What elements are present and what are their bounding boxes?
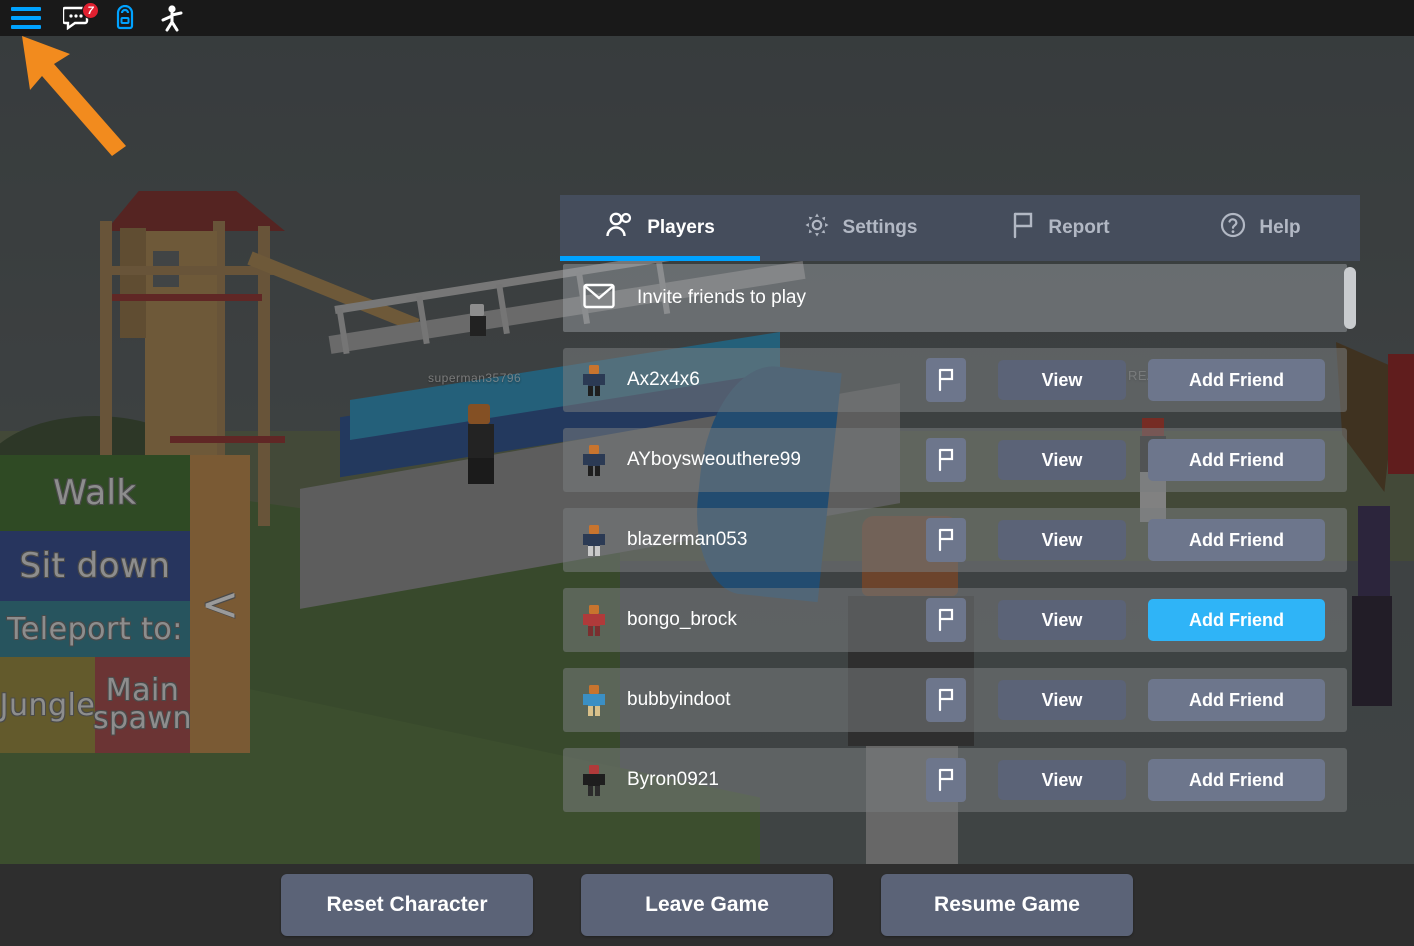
- tab-label: Settings: [842, 217, 918, 238]
- view-player-button[interactable]: View: [998, 360, 1126, 400]
- add-friend-button[interactable]: Add Friend: [1148, 679, 1325, 721]
- tab-label: Help: [1259, 217, 1301, 238]
- player-avatar-thumbnail: [577, 523, 611, 557]
- view-player-button[interactable]: View: [998, 600, 1126, 640]
- chat-bubble-icon[interactable]: 7: [52, 0, 102, 36]
- player-row[interactable]: bubbyindoot View Add Friend: [563, 668, 1347, 732]
- tab-players[interactable]: Players: [560, 195, 760, 261]
- report-player-button[interactable]: [926, 758, 966, 802]
- report-player-button[interactable]: [926, 518, 966, 562]
- collapse-menu-arrow-icon[interactable]: <: [190, 455, 250, 753]
- hamburger-menu-icon[interactable]: [0, 0, 52, 36]
- report-player-button[interactable]: [926, 358, 966, 402]
- view-player-button[interactable]: View: [998, 760, 1126, 800]
- player-row[interactable]: Byron0921 View Add Friend: [563, 748, 1347, 812]
- question-icon: [1219, 211, 1247, 245]
- ingame-menu-panel: Players Settings Report Help Invite frie…: [560, 195, 1360, 946]
- player-avatar-thumbnail: [577, 443, 611, 477]
- invite-friends-row[interactable]: Invite friends to play: [563, 264, 1347, 332]
- add-friend-button[interactable]: Add Friend: [1148, 519, 1325, 561]
- envelope-icon: [583, 283, 615, 314]
- add-friend-button[interactable]: Add Friend: [1148, 359, 1325, 401]
- player-name: AYboysweouthere99: [627, 449, 801, 470]
- player-avatar-thumbnail: [577, 603, 611, 637]
- report-player-button[interactable]: [926, 438, 966, 482]
- leave-game-button[interactable]: Leave Game: [581, 874, 833, 936]
- resume-game-button[interactable]: Resume Game: [881, 874, 1133, 936]
- game-action-menu: Walk Sit down Teleport to: Jungle Main sp…: [0, 455, 250, 753]
- flag-icon: [1010, 211, 1036, 245]
- player-row[interactable]: AYboysweouthere99 View Add Friend: [563, 428, 1347, 492]
- roblox-topbar: 7: [0, 0, 1414, 36]
- report-player-button[interactable]: [926, 598, 966, 642]
- reset-character-button[interactable]: Reset Character: [281, 874, 533, 936]
- menu-bottom-action-bar: Reset Character Leave Game Resume Game: [0, 864, 1414, 946]
- teleport-main-spawn-button[interactable]: Main spawn: [93, 657, 192, 753]
- player-name: blazerman053: [627, 529, 748, 550]
- player-name: Ax2x4x6: [627, 369, 700, 390]
- scrollbar-thumb[interactable]: [1344, 267, 1356, 329]
- player-row[interactable]: bongo_brock View Add Friend: [563, 588, 1347, 652]
- people-icon: [605, 211, 635, 245]
- player-avatar-thumbnail: [577, 763, 611, 797]
- walk-button[interactable]: Walk: [0, 455, 190, 531]
- player-list-scroll-area[interactable]: Invite friends to play Ax2x4x6 View Add Fr…: [560, 261, 1360, 946]
- invite-friends-label: Invite friends to play: [637, 287, 806, 308]
- player-row[interactable]: Ax2x4x6 View Add Friend: [563, 348, 1347, 412]
- player-name: bongo_brock: [627, 609, 737, 630]
- backpack-icon[interactable]: [102, 0, 148, 36]
- player-avatar-thumbnail: [577, 683, 611, 717]
- tab-label: Players: [647, 217, 715, 238]
- emote-person-icon[interactable]: [148, 0, 194, 36]
- report-player-button[interactable]: [926, 678, 966, 722]
- tab-label: Report: [1048, 217, 1110, 238]
- player-list-scrollbar[interactable]: [1344, 267, 1356, 867]
- player-name: bubbyindoot: [627, 689, 731, 710]
- teleport-jungle-button[interactable]: Jungle: [0, 657, 95, 753]
- teleport-to-label: Teleport to:: [0, 601, 190, 657]
- view-player-button[interactable]: View: [998, 520, 1126, 560]
- player-rows-container: Ax2x4x6 View Add Friend AYboysweouthere99 Vi…: [560, 348, 1360, 812]
- view-player-button[interactable]: View: [998, 440, 1126, 480]
- sit-down-button[interactable]: Sit down: [0, 531, 190, 601]
- player-avatar-thumbnail: [577, 363, 611, 397]
- tab-help[interactable]: Help: [1160, 195, 1360, 261]
- tab-report[interactable]: Report: [960, 195, 1160, 261]
- player-row[interactable]: blazerman053 View Add Friend: [563, 508, 1347, 572]
- gear-icon: [803, 211, 831, 245]
- menu-tab-bar: Players Settings Report Help: [560, 195, 1360, 261]
- add-friend-button[interactable]: Add Friend: [1148, 759, 1325, 801]
- view-player-button[interactable]: View: [998, 680, 1126, 720]
- player-name: Byron0921: [627, 769, 719, 790]
- add-friend-button[interactable]: Add Friend: [1148, 439, 1325, 481]
- tab-settings[interactable]: Settings: [760, 195, 960, 261]
- chat-unread-badge: 7: [82, 2, 99, 19]
- add-friend-button[interactable]: Add Friend: [1148, 599, 1325, 641]
